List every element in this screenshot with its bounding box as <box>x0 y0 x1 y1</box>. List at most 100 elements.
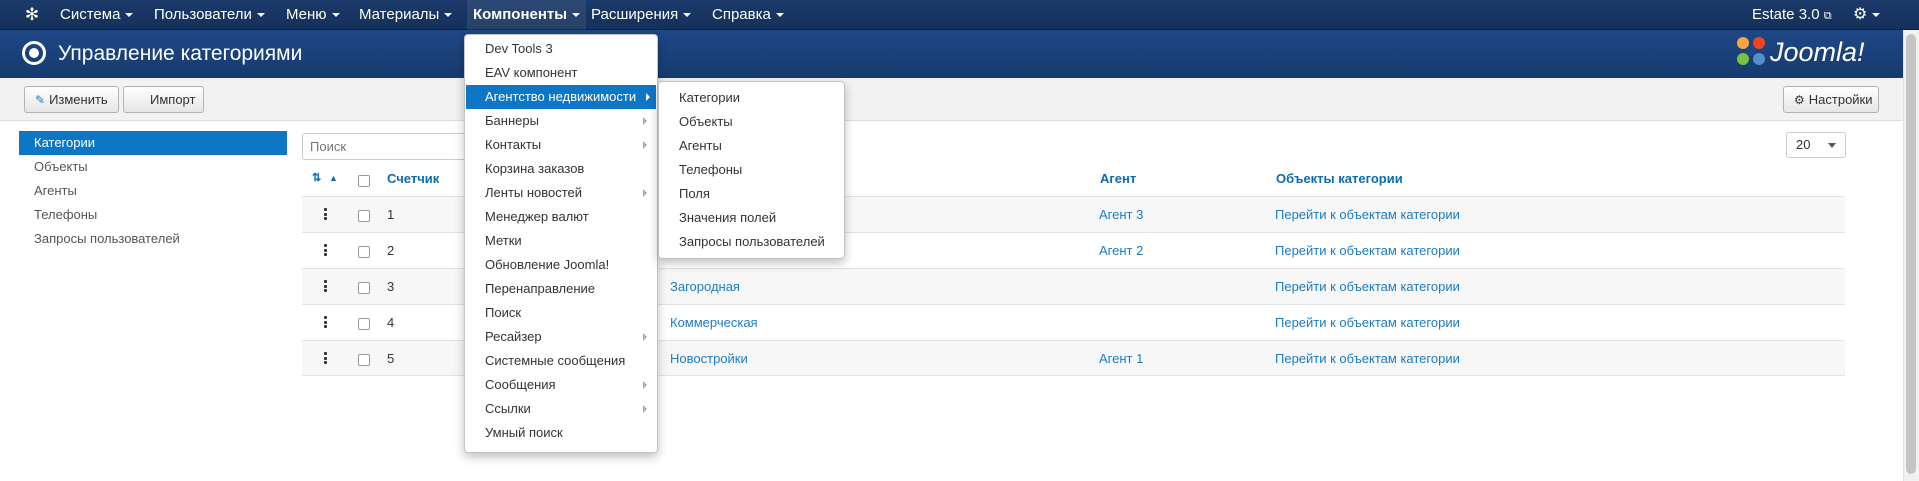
ordering-sort-icon[interactable]: ⇅ <box>312 171 321 185</box>
gear-icon: ⚙ <box>1794 93 1805 107</box>
drag-handle-icon[interactable] <box>324 280 327 292</box>
drag-handle-icon[interactable] <box>324 352 327 364</box>
nav-menu-label: Расширения <box>591 6 679 23</box>
nav-menu-users[interactable]: Пользователи <box>148 0 271 30</box>
site-name-link[interactable]: Estate 3.0 ⧉ <box>1752 0 1832 30</box>
search-input[interactable] <box>302 133 482 160</box>
menu-item-system-messages[interactable]: Системные сообщения <box>466 349 656 373</box>
site-name: Estate 3.0 <box>1752 6 1820 23</box>
submenu-item-user-requests[interactable]: Запросы пользователей <box>660 230 843 254</box>
nav-menu-system[interactable]: Система <box>54 0 139 30</box>
row-checkbox[interactable] <box>358 210 370 222</box>
menu-item-redirect[interactable]: Перенаправление <box>466 277 656 301</box>
category-objects-link[interactable]: Перейти к объектам категории <box>1275 233 1460 269</box>
sidebar-item-user-requests[interactable]: Запросы пользователей <box>19 227 287 251</box>
menu-item-weblinks[interactable]: Ссылки <box>466 397 656 421</box>
drag-handle-icon[interactable] <box>324 316 327 328</box>
menu-item-tags[interactable]: Метки <box>466 229 656 253</box>
nav-menu-menus[interactable]: Меню <box>280 0 346 30</box>
nav-menu-help[interactable]: Справка <box>706 0 790 30</box>
select-all-checkbox[interactable] <box>358 175 370 187</box>
import-button[interactable]: Импорт <box>123 86 204 113</box>
menu-item-currency-manager[interactable]: Менеджер валют <box>466 205 656 229</box>
agent-link[interactable]: Агент 2 <box>1099 233 1143 269</box>
external-link-icon: ⧉ <box>1823 10 1832 22</box>
sidebar-item-objects[interactable]: Объекты <box>19 155 287 179</box>
row-checkbox[interactable] <box>358 246 370 258</box>
submenu-item-field-values[interactable]: Значения полей <box>660 206 843 230</box>
category-manager-icon <box>22 41 46 65</box>
scrollbar-thumb[interactable] <box>1906 34 1916 474</box>
submenu-item-agents[interactable]: Агенты <box>660 134 843 158</box>
menu-item-newsfeeds[interactable]: Ленты новостей <box>466 181 656 205</box>
counter-cell: 3 <box>387 279 395 294</box>
submenu-item-objects[interactable]: Объекты <box>660 110 843 134</box>
category-objects-link[interactable]: Перейти к объектам категории <box>1275 269 1460 305</box>
nav-menu-components[interactable]: Компоненты <box>467 0 587 30</box>
menu-item-dev-tools[interactable]: Dev Tools 3 <box>466 37 656 61</box>
nav-menu-label: Пользователи <box>154 6 252 23</box>
toolbar: ✎ Изменить Импорт ⚙ Настройки <box>0 78 1903 121</box>
menu-item-label: Агентство недвижимости <box>485 89 637 104</box>
submenu-arrow-icon <box>643 405 647 413</box>
category-name-link[interactable]: Новостройки <box>670 341 748 377</box>
submenu-item-phones[interactable]: Телефоны <box>660 158 843 182</box>
menu-item-messages[interactable]: Сообщения <box>466 373 656 397</box>
menu-item-smart-search[interactable]: Умный поиск <box>466 421 656 445</box>
row-checkbox[interactable] <box>358 354 370 366</box>
joomla-brand-icon <box>1737 37 1765 65</box>
category-objects-link[interactable]: Перейти к объектам категории <box>1275 341 1460 377</box>
column-header-objects[interactable]: Объекты категории <box>1276 170 1403 190</box>
caret-down-icon <box>1872 13 1881 18</box>
menu-item-search[interactable]: Поиск <box>466 301 656 325</box>
user-settings-menu[interactable]: ⚙ <box>1853 0 1881 30</box>
nav-menu-content[interactable]: Материалы <box>353 0 458 30</box>
menu-item-banners[interactable]: Баннеры <box>466 109 656 133</box>
sidebar-item-phones[interactable]: Телефоны <box>19 203 287 227</box>
drag-handle-icon[interactable] <box>324 244 327 256</box>
options-button[interactable]: ⚙ Настройки <box>1783 86 1879 113</box>
category-name-link[interactable]: Коммерческая <box>670 305 758 341</box>
column-header-counter[interactable]: Счетчик <box>387 170 439 190</box>
menu-item-real-estate-agency[interactable]: Агентство недвижимости <box>466 85 656 109</box>
menu-item-joomla-update[interactable]: Обновление Joomla! <box>466 253 656 277</box>
menu-item-order-cart[interactable]: Корзина заказов <box>466 157 656 181</box>
gear-icon: ⚙ <box>1853 6 1868 23</box>
category-name-link[interactable]: Загородная <box>670 269 740 305</box>
drag-handle-icon[interactable] <box>324 208 327 220</box>
caret-down-icon <box>256 13 265 18</box>
edit-button-label: Изменить <box>49 92 108 107</box>
caret-down-icon <box>775 13 784 18</box>
joomla-brand-text: Joomla! <box>1770 37 1865 67</box>
submenu-arrow-icon <box>643 117 647 125</box>
menu-item-label: Баннеры <box>485 113 539 128</box>
nav-menu-label: Система <box>60 6 121 23</box>
list-limit-value: 20 <box>1796 137 1811 152</box>
joomla-logo-icon[interactable]: ✻ <box>22 5 42 25</box>
edit-button[interactable]: ✎ Изменить <box>24 86 119 113</box>
sort-asc-icon: ▲ <box>329 173 338 183</box>
nav-menu-extensions[interactable]: Расширения <box>585 0 697 30</box>
caret-down-icon <box>125 13 134 18</box>
menu-item-resizer[interactable]: Ресайзер <box>466 325 656 349</box>
submenu-item-categories[interactable]: Категории <box>660 86 843 110</box>
agent-link[interactable]: Агент 1 <box>1099 341 1143 377</box>
agent-link[interactable]: Агент 3 <box>1099 197 1143 233</box>
list-limit-select[interactable]: 20 <box>1786 132 1846 158</box>
category-objects-link[interactable]: Перейти к объектам категории <box>1275 197 1460 233</box>
menu-item-eav[interactable]: EAV компонент <box>466 61 656 85</box>
row-checkbox[interactable] <box>358 318 370 330</box>
category-objects-link[interactable]: Перейти к объектам категории <box>1275 305 1460 341</box>
nav-menu-label: Материалы <box>359 6 440 23</box>
submenu-arrow-icon <box>643 189 647 197</box>
row-checkbox[interactable] <box>358 282 370 294</box>
column-header-agent[interactable]: Агент <box>1100 170 1136 190</box>
nav-menu-label: Справка <box>712 6 771 23</box>
chevron-down-icon <box>1828 143 1836 148</box>
submenu-item-fields[interactable]: Поля <box>660 182 843 206</box>
sidebar-item-categories[interactable]: Категории <box>19 131 287 155</box>
menu-item-contacts[interactable]: Контакты <box>466 133 656 157</box>
sidebar-item-agents[interactable]: Агенты <box>19 179 287 203</box>
menu-item-label: Ссылки <box>485 401 531 416</box>
submenu-arrow-icon <box>643 141 647 149</box>
